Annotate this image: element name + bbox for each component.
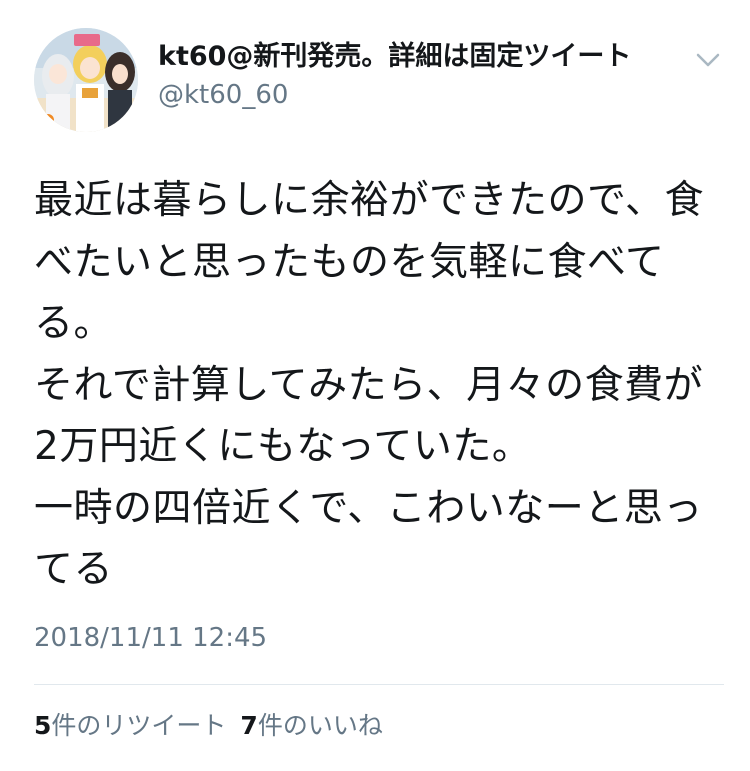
retweets-label: 件のリツイート <box>51 711 227 740</box>
tweet-text: 最近は暮らしに余裕ができたので、食べたいと思ったものを気軽に食べてる。 それで計… <box>34 178 704 592</box>
retweets-count: 5 <box>34 711 52 740</box>
divider <box>34 684 724 685</box>
user-info[interactable]: kt60@新刊発売。詳細は固定ツイート @kt60_60 <box>158 40 631 112</box>
tweet-menu-button[interactable] <box>688 46 728 74</box>
avatar-illustration-icon <box>34 28 138 132</box>
likes-stat[interactable]: 7件のいいね <box>240 708 382 744</box>
retweets-stat[interactable]: 5件のリツイート <box>34 708 226 744</box>
user-avatar[interactable] <box>34 28 138 132</box>
tweet-detail: kt60@新刊発売。詳細は固定ツイート @kt60_60 最近は暮らしに余裕がで… <box>0 0 750 771</box>
tweet-stats: 5件のリツイート 7件のいいね <box>34 708 397 744</box>
display-name: kt60@新刊発売。詳細は固定ツイート <box>158 41 632 72</box>
likes-label: 件のいいね <box>257 711 383 740</box>
user-handle: @kt60_60 <box>158 80 289 110</box>
chevron-down-icon <box>696 53 720 67</box>
tweet-timestamp[interactable]: 2018/11/11 12:45 <box>34 620 267 656</box>
likes-count: 7 <box>240 711 258 740</box>
